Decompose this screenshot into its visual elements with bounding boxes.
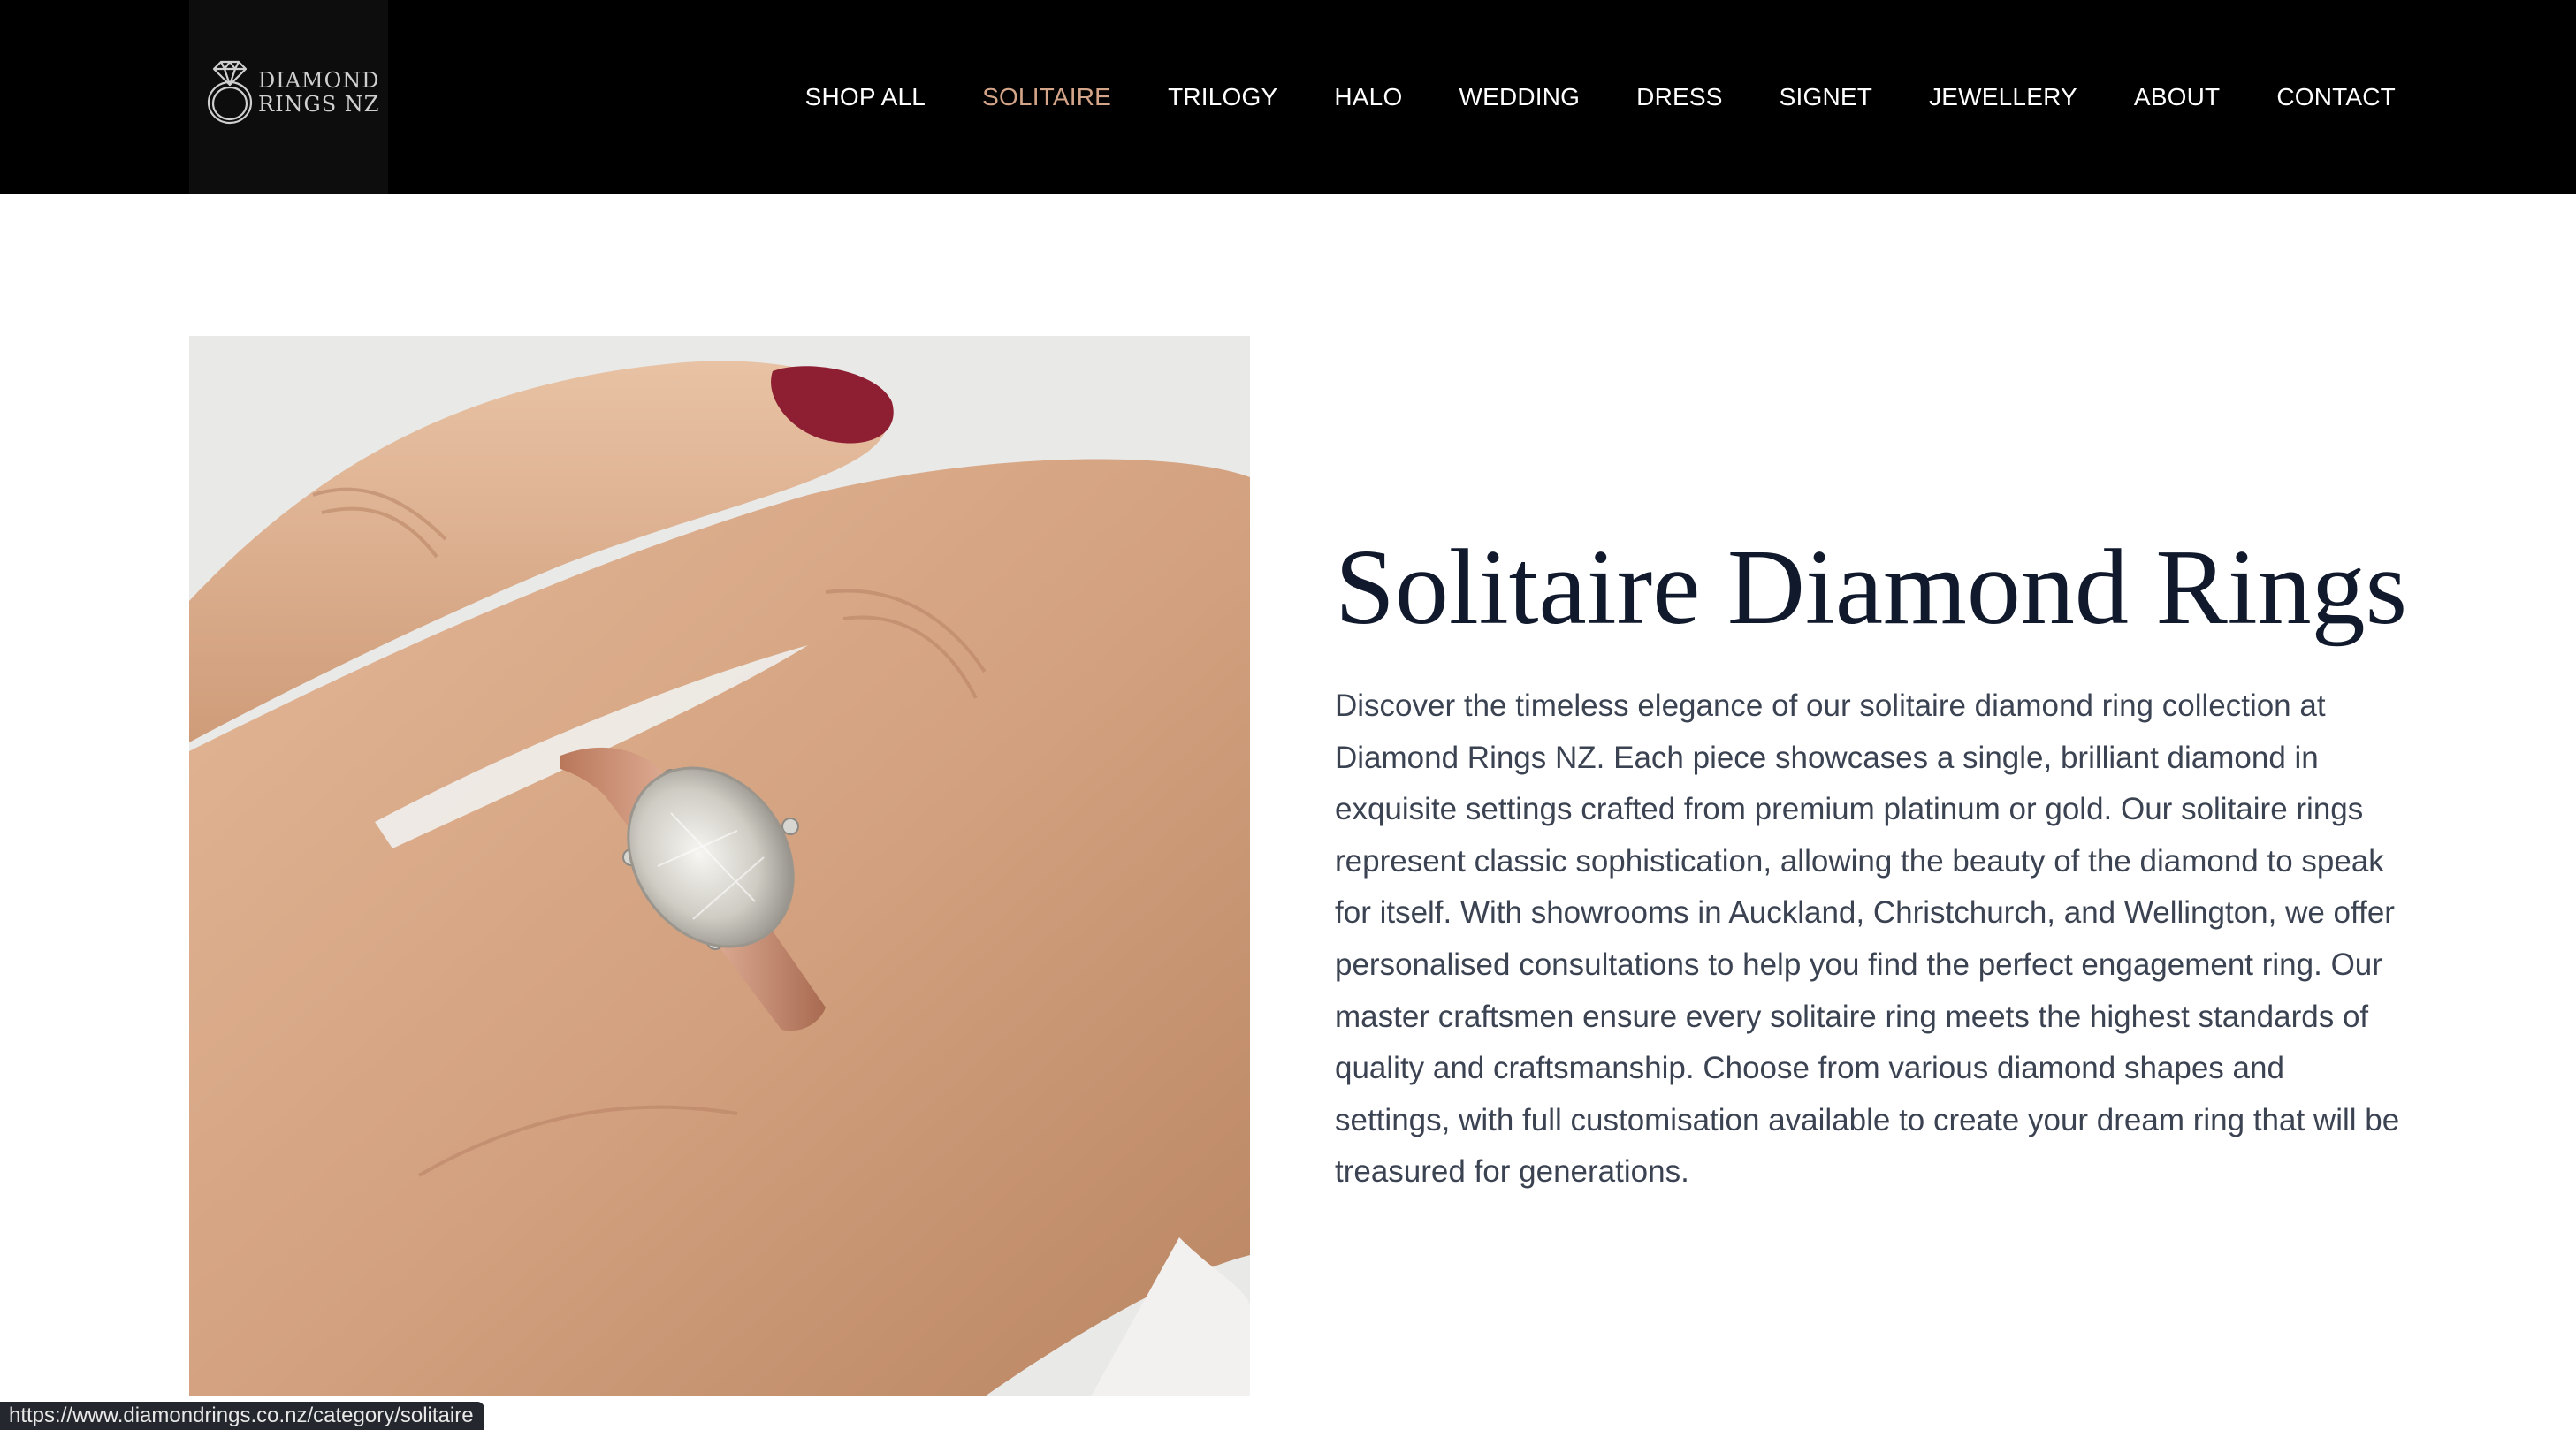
intro-section: Solitaire Diamond Rings Discover the tim… [1335,528,2408,1198]
logo-line-1: DIAMOND [258,68,380,93]
main-nav: SHOP ALL SOLITAIRE TRILOGY HALO WEDDING … [805,0,2396,194]
status-bar-url: https://www.diamondrings.co.nz/category/… [0,1402,484,1430]
hero-ring-image [189,336,1250,1396]
diamond-ring-icon [207,60,253,125]
nav-trilogy[interactable]: TRILOGY [1168,83,1277,111]
logo-link[interactable]: DIAMOND RINGS NZ [189,0,388,194]
nav-dress[interactable]: DRESS [1636,83,1722,111]
logo-text: DIAMOND RINGS NZ [258,69,380,117]
nav-jewellery[interactable]: JEWELLERY [1929,83,2077,111]
page: DIAMOND RINGS NZ SHOP ALL SOLITAIRE TRIL… [0,0,2576,1430]
nav-shop-all[interactable]: SHOP ALL [805,83,926,111]
nav-solitaire[interactable]: SOLITAIRE [982,83,1111,111]
nav-about[interactable]: ABOUT [2134,83,2220,111]
logo-line-2: RINGS NZ [258,92,380,117]
nav-halo[interactable]: HALO [1334,83,1402,111]
page-title: Solitaire Diamond Rings [1335,528,2408,647]
site-header: DIAMOND RINGS NZ SHOP ALL SOLITAIRE TRIL… [0,0,2576,194]
nav-contact[interactable]: CONTACT [2276,83,2396,111]
ring-on-hand-illustration [189,336,1250,1396]
nav-wedding[interactable]: WEDDING [1459,83,1580,111]
page-description: Discover the timeless elegance of our so… [1335,688,2400,1190]
nav-signet[interactable]: SIGNET [1780,83,1872,111]
